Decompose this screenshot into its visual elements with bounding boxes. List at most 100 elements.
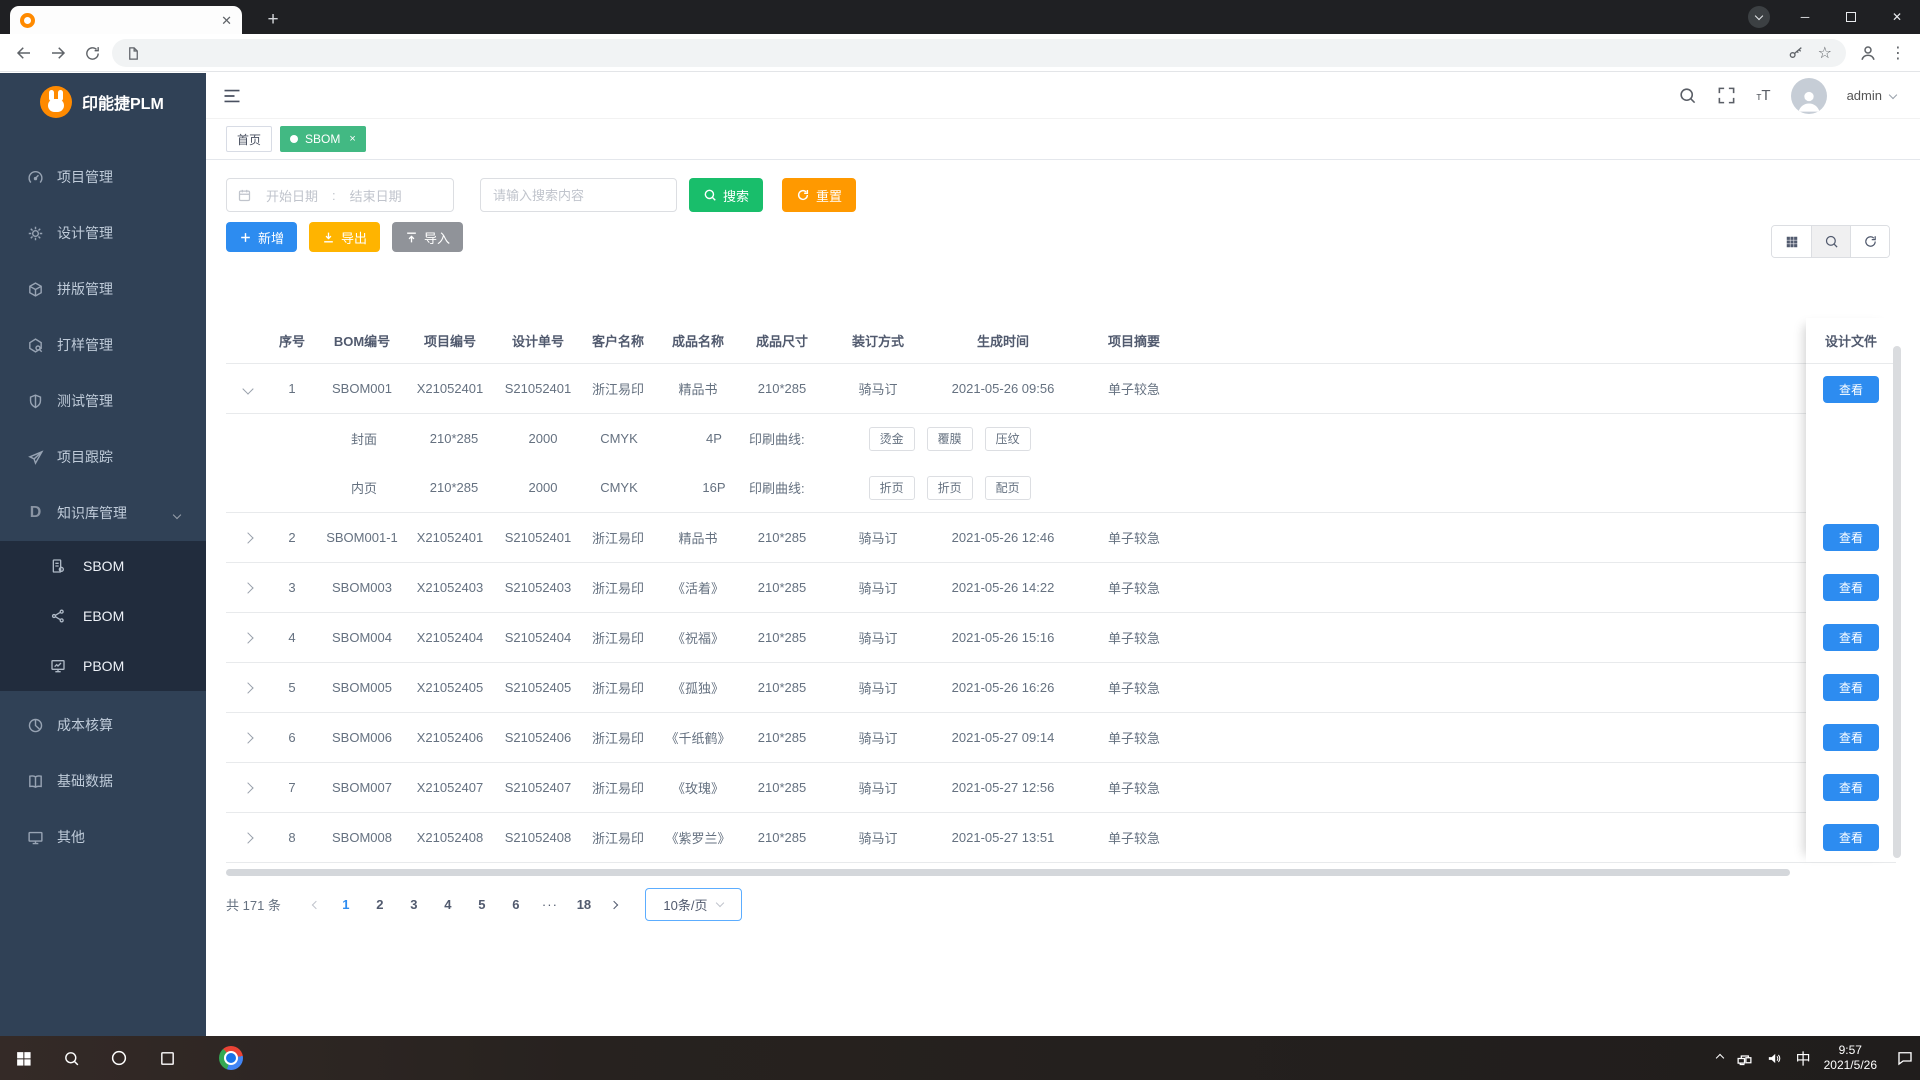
date-range-input[interactable]: 开始日期 : 结束日期 bbox=[226, 178, 454, 212]
tag-sbom[interactable]: SBOM × bbox=[280, 126, 366, 152]
grid-view-icon[interactable] bbox=[1772, 226, 1811, 257]
expand-icon[interactable] bbox=[226, 663, 270, 712]
next-page-icon[interactable] bbox=[601, 900, 627, 909]
sidebar-item-project-track[interactable]: 项目跟踪 bbox=[0, 429, 206, 485]
expand-icon[interactable] bbox=[226, 563, 270, 612]
process-chip[interactable]: 覆膜 bbox=[926, 426, 973, 451]
page-number[interactable]: 1 bbox=[333, 897, 359, 912]
window-maximize-button[interactable] bbox=[1828, 0, 1874, 34]
table-row[interactable]: 2 SBOM001-1 X21052401 S21052401 浙江易印 精品书… bbox=[226, 513, 1896, 563]
volume-icon[interactable] bbox=[1766, 1050, 1783, 1067]
network-icon[interactable] bbox=[1736, 1050, 1753, 1067]
bookmark-star-icon[interactable]: ☆ bbox=[1818, 43, 1832, 63]
username[interactable]: admin bbox=[1847, 88, 1882, 103]
header-search-icon[interactable] bbox=[1678, 86, 1697, 105]
new-tab-button[interactable]: + bbox=[260, 7, 286, 33]
process-chip[interactable]: 压纹 bbox=[984, 426, 1031, 451]
table-row[interactable]: 6 SBOM006 X21052406 S21052406 浙江易印 《千纸鹤》… bbox=[226, 713, 1896, 763]
sidebar-item-pbom[interactable]: PBOM bbox=[0, 641, 206, 691]
sidebar-collapse-icon[interactable] bbox=[222, 86, 242, 106]
window-close-button[interactable]: ✕ bbox=[1874, 0, 1920, 34]
sidebar-item-cost-accounting[interactable]: 成本核算 bbox=[0, 697, 206, 753]
view-button[interactable]: 查看 bbox=[1823, 724, 1879, 751]
page-ellipsis[interactable]: ··· bbox=[537, 897, 563, 912]
tray-expand-icon[interactable] bbox=[1715, 1053, 1724, 1063]
reload-icon[interactable] bbox=[80, 41, 104, 65]
expand-icon[interactable] bbox=[226, 713, 270, 762]
search-button[interactable]: 搜索 bbox=[689, 178, 764, 212]
table-row[interactable]: 5 SBOM005 X21052405 S21052405 浙江易印 《孤独》 … bbox=[226, 663, 1896, 713]
profile-icon[interactable] bbox=[1856, 41, 1880, 65]
fullscreen-icon[interactable] bbox=[1717, 86, 1736, 105]
prev-page-icon[interactable] bbox=[303, 900, 329, 909]
page-number[interactable]: 2 bbox=[367, 897, 393, 912]
sidebar-item-imposition-mgmt[interactable]: 拼版管理 bbox=[0, 261, 206, 317]
view-button[interactable]: 查看 bbox=[1823, 524, 1879, 551]
view-button[interactable]: 查看 bbox=[1823, 674, 1879, 701]
process-chip[interactable]: 折页 bbox=[926, 475, 973, 500]
table-row[interactable]: 3 SBOM003 X21052403 S21052403 浙江易印 《活着》 … bbox=[226, 563, 1896, 613]
sidebar-item-sbom[interactable]: SBOM bbox=[0, 541, 206, 591]
view-button[interactable]: 查看 bbox=[1823, 624, 1879, 651]
password-key-icon[interactable] bbox=[1788, 45, 1804, 61]
page-number[interactable]: 5 bbox=[469, 897, 495, 912]
process-chip[interactable]: 配页 bbox=[984, 475, 1031, 500]
import-button[interactable]: 导入 bbox=[392, 222, 464, 252]
page-size-select[interactable]: 10条/页 bbox=[644, 888, 742, 921]
sidebar-item-knowledge-base[interactable]: D 知识库管理 bbox=[0, 485, 206, 541]
browser-tab[interactable]: ✕ bbox=[10, 6, 242, 34]
process-chip[interactable]: 折页 bbox=[868, 475, 915, 500]
sidebar-item-basic-data[interactable]: 基础数据 bbox=[0, 753, 206, 809]
view-button[interactable]: 查看 bbox=[1823, 774, 1879, 801]
notification-icon[interactable] bbox=[1896, 1049, 1914, 1067]
expand-icon[interactable] bbox=[226, 513, 270, 562]
taskbar-search-icon[interactable] bbox=[59, 1046, 83, 1070]
search-input[interactable] bbox=[481, 187, 676, 203]
site-info-icon[interactable] bbox=[126, 46, 141, 61]
table-row[interactable]: 7 SBOM007 X21052407 S21052407 浙江易印 《玫瑰》 … bbox=[226, 763, 1896, 813]
horizontal-scrollbar[interactable] bbox=[226, 869, 1790, 876]
sidebar-item-proof-mgmt[interactable]: 打样管理 bbox=[0, 317, 206, 373]
reset-button[interactable]: 重置 bbox=[782, 178, 857, 212]
expand-icon[interactable] bbox=[226, 813, 270, 862]
tab-close-icon[interactable]: ✕ bbox=[221, 14, 232, 27]
task-view-icon[interactable] bbox=[155, 1046, 179, 1070]
page-number[interactable]: 18 bbox=[571, 897, 597, 912]
address-bar[interactable]: ☆ bbox=[112, 39, 1846, 67]
forward-icon[interactable] bbox=[46, 41, 70, 65]
table-row[interactable]: 1 SBOM001 X21052401 S21052401 浙江易印 精品书 2… bbox=[226, 364, 1896, 414]
page-number[interactable]: 4 bbox=[435, 897, 461, 912]
expand-icon[interactable] bbox=[226, 613, 270, 662]
page-number[interactable]: 6 bbox=[503, 897, 529, 912]
browser-profile-icon[interactable] bbox=[1748, 6, 1770, 28]
view-button[interactable]: 查看 bbox=[1823, 824, 1879, 851]
chrome-taskbar-icon[interactable] bbox=[219, 1046, 243, 1070]
tag-close-icon[interactable]: × bbox=[349, 133, 355, 145]
ime-indicator[interactable]: 中 bbox=[1796, 1048, 1811, 1069]
table-row[interactable]: 8 SBOM008 X21052408 S21052408 浙江易印 《紫罗兰》… bbox=[226, 813, 1896, 863]
export-button[interactable]: 导出 bbox=[309, 222, 381, 252]
view-button[interactable]: 查看 bbox=[1823, 574, 1879, 601]
sidebar-item-ebom[interactable]: EBOM bbox=[0, 591, 206, 641]
table-search-icon[interactable] bbox=[1811, 226, 1850, 257]
start-button-icon[interactable] bbox=[11, 1046, 35, 1070]
window-minimize-button[interactable]: ─ bbox=[1782, 0, 1828, 34]
cortana-icon[interactable] bbox=[107, 1046, 131, 1070]
expand-icon[interactable] bbox=[226, 763, 270, 812]
process-chip[interactable]: 烫金 bbox=[868, 426, 915, 451]
sidebar-item-other[interactable]: 其他 bbox=[0, 809, 206, 865]
page-number[interactable]: 3 bbox=[401, 897, 427, 912]
table-row[interactable]: 4 SBOM004 X21052404 S21052404 浙江易印 《祝福》 … bbox=[226, 613, 1896, 663]
view-button[interactable]: 查看 bbox=[1823, 376, 1879, 403]
sidebar-item-design-mgmt[interactable]: 设计管理 bbox=[0, 205, 206, 261]
font-size-icon[interactable]: тT bbox=[1756, 87, 1770, 104]
avatar[interactable] bbox=[1790, 77, 1827, 114]
clock[interactable]: 9:57 2021/5/26 bbox=[1824, 1043, 1877, 1073]
refresh-icon[interactable] bbox=[1850, 226, 1889, 257]
vertical-scrollbar[interactable] bbox=[1893, 346, 1901, 858]
back-icon[interactable] bbox=[12, 41, 36, 65]
add-button[interactable]: 新增 bbox=[226, 222, 298, 252]
tag-home[interactable]: 首页 bbox=[226, 126, 273, 152]
sidebar-item-project-mgmt[interactable]: 项目管理 bbox=[0, 149, 206, 205]
sidebar-item-test-mgmt[interactable]: 测试管理 bbox=[0, 373, 206, 429]
